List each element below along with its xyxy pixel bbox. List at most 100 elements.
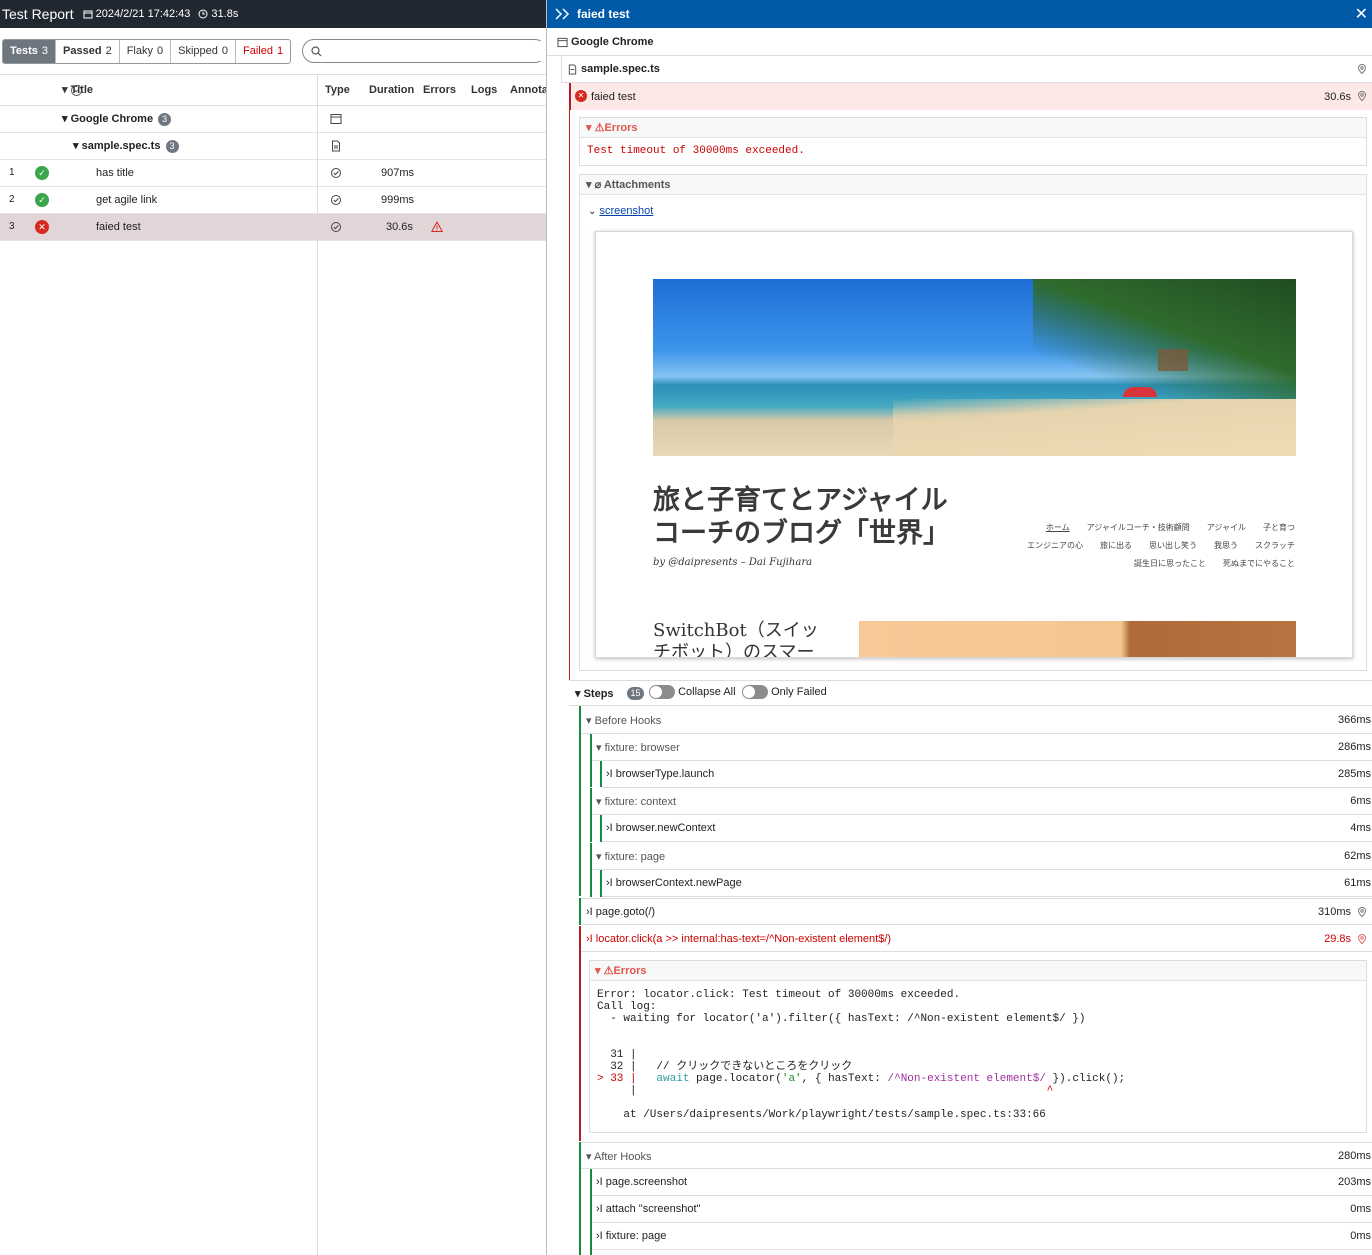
calendar-icon	[83, 10, 93, 19]
blog-nav-item[interactable]: アジャイルコーチ・技術顧問	[1087, 523, 1190, 532]
step-title: attach "screenshot"	[605, 1203, 701, 1215]
warning-icon[interactable]	[431, 221, 443, 233]
steps-title[interactable]: ▾ Steps	[575, 687, 614, 700]
search-input[interactable]	[326, 41, 546, 61]
step-title: fixture: page	[604, 851, 666, 863]
step-row[interactable]: ▾ Before Hooks 366ms	[581, 706, 1372, 734]
table-row[interactable]: 2 ✓ get agile link 999ms	[0, 187, 547, 214]
filter-skipped[interactable]: Skipped 0	[171, 39, 236, 63]
step-title: page.screenshot	[605, 1176, 688, 1188]
step-errors-header[interactable]: ▾ ⚠Errors	[590, 961, 1366, 981]
step-row[interactable]: ›I page.screenshot 203ms	[592, 1169, 1372, 1196]
attachments-title: Attachments	[603, 179, 671, 191]
collapse-all-toggle[interactable]: Collapse All	[649, 685, 736, 699]
project-row[interactable]: ▾ Google Chrome 3	[0, 106, 547, 133]
blog-nav-item[interactable]: 子と育つ	[1263, 523, 1295, 532]
step-row[interactable]: ›I fixture: page 0ms	[592, 1223, 1372, 1250]
screenshot-image[interactable]: 旅と子育てとアジャイル コーチのブログ「世界」 by @daipresents …	[595, 231, 1353, 658]
code-line-marker: > 33 |	[597, 1073, 657, 1085]
search-box	[302, 39, 547, 63]
step-duration: 4ms	[1350, 822, 1371, 834]
blog-title: 旅と子育てとアジャイル コーチのブログ「世界」	[653, 484, 950, 550]
attachments-header[interactable]: ▾ ⌀ Attachments	[580, 175, 1366, 195]
screenshot-link[interactable]: screenshot	[599, 205, 653, 217]
toggle-switch[interactable]	[742, 685, 768, 699]
blog-nav-item[interactable]: ホーム	[1046, 523, 1070, 532]
table-row[interactable]: 3 ✕ faied test 30.6s	[0, 214, 547, 241]
step-label: ›I attach "screenshot"	[596, 1203, 701, 1215]
step-row[interactable]: ›I browserContext.newPage 61ms	[602, 870, 1372, 897]
post-title: SwitchBot（スイッ チボット）のスマー	[653, 620, 819, 657]
code-text: , { hasText:	[801, 1073, 888, 1085]
step-row[interactable]: ›I attach "screenshot" 0ms	[592, 1196, 1372, 1223]
step-duration: 280ms	[1337, 1150, 1371, 1162]
blog-nav-item[interactable]: 誕生日に思ったこと	[1134, 559, 1206, 568]
filter-passed[interactable]: Passed 2	[56, 39, 120, 63]
step-duration: 6ms	[1350, 795, 1371, 807]
blog-nav-item[interactable]: スクラッチ	[1255, 541, 1295, 550]
title-column-header[interactable]: ▾ Title ⌄	[62, 75, 93, 105]
detail-test-row[interactable]: ✕ faied test 30.6s	[569, 83, 1372, 110]
step-duration: 62ms	[1344, 850, 1371, 862]
blog-nav-item[interactable]: 思い出し笑う	[1149, 541, 1197, 550]
code-regex: /^Non-existent element$/	[887, 1073, 1046, 1085]
blog-nav-item[interactable]: アジャイル	[1207, 523, 1246, 532]
test-type-icon	[331, 222, 341, 232]
passed-icon: ✓	[35, 166, 49, 180]
step-row[interactable]: ›I browser.newContext 4ms	[602, 815, 1372, 842]
step-row[interactable]: ▾ fixture: context 6ms	[592, 788, 1372, 815]
blog-nav-item[interactable]: 旅に出る	[1100, 541, 1132, 550]
filter-tests[interactable]: Tests 3	[3, 39, 57, 63]
blog-nav-item[interactable]: 我思う	[1214, 541, 1238, 550]
filter-flaky[interactable]: Flaky 0	[120, 39, 172, 63]
step-row[interactable]: ›I page.goto(/) 310ms	[581, 898, 1372, 925]
logs-column-header: Logs	[471, 84, 498, 96]
browser-window-icon	[330, 114, 342, 124]
step-label: ›I browser.newContext	[606, 822, 716, 834]
step-label: ▾ fixture: context	[596, 796, 677, 808]
location-pin-icon[interactable]	[1357, 934, 1367, 944]
step-title: Before Hooks	[594, 715, 662, 727]
failed-step-row[interactable]: ›I locator.click(a >> internal:has-text=…	[581, 926, 1372, 952]
table-row[interactable]: 1 ✓ has title 907ms	[0, 160, 547, 187]
detail-project-row[interactable]: Google Chrome	[547, 29, 1372, 56]
close-icon[interactable]: ✕	[1355, 4, 1368, 24]
detail-title: faied test	[577, 7, 630, 21]
toggle-switch[interactable]	[649, 685, 675, 699]
screenshot-toggle[interactable]: ⌄ screenshot	[588, 205, 653, 217]
report-duration-text: 31.8s	[211, 8, 239, 20]
file-row[interactable]: ▾ sample.spec.ts 3	[0, 133, 547, 160]
only-failed-toggle[interactable]: Only Failed	[742, 685, 827, 699]
detail-file-name: sample.spec.ts	[581, 63, 660, 75]
step-row[interactable]: ▾ After Hooks 280ms	[581, 1142, 1372, 1169]
location-pin-icon[interactable]	[1357, 907, 1367, 917]
detail-file-row[interactable]: sample.spec.ts	[561, 56, 1372, 83]
test-title[interactable]: has title	[96, 160, 134, 186]
step-row[interactable]: ▾ fixture: page 62ms	[592, 843, 1372, 870]
step-label: ▾ After Hooks	[586, 1151, 652, 1163]
test-title[interactable]: get agile link	[96, 187, 157, 213]
step-duration: 310ms	[1317, 906, 1351, 918]
code-keyword: await	[656, 1073, 690, 1085]
filter-tests-count: 3	[41, 45, 49, 57]
step-label: ›I page.goto(/)	[586, 906, 656, 918]
location-pin-icon[interactable]	[1357, 91, 1367, 101]
step-row[interactable]: ›I browserType.launch 285ms	[602, 761, 1372, 788]
report-title: Test Report	[2, 6, 74, 22]
blog-nav-item[interactable]: エンジニアの心	[1027, 541, 1083, 550]
blog-nav-item[interactable]: 死ぬまでにやること	[1223, 559, 1295, 568]
step-errors-section: ▾ ⚠Errors Error: locator.click: Test tim…	[589, 960, 1367, 1133]
errors-header[interactable]: ▾ ⚠Errors	[580, 118, 1366, 138]
only-failed-label: Only Failed	[771, 685, 827, 698]
code-string: 'a'	[781, 1073, 802, 1085]
step-label: ▾ Before Hooks	[586, 715, 662, 727]
test-type-icon	[331, 168, 341, 178]
step-row[interactable]: ▾ fixture: browser 286ms	[592, 734, 1372, 761]
test-title[interactable]: faied test	[96, 214, 141, 240]
report-date-text: 2024/2/21 17:42:43	[95, 8, 191, 20]
filter-failed-count: 1	[276, 45, 284, 57]
collapse-panel-icon[interactable]	[555, 8, 571, 20]
location-pin-icon[interactable]	[1357, 64, 1367, 74]
filter-failed[interactable]: Failed 1	[236, 40, 290, 63]
test-duration: 999ms	[381, 194, 415, 206]
